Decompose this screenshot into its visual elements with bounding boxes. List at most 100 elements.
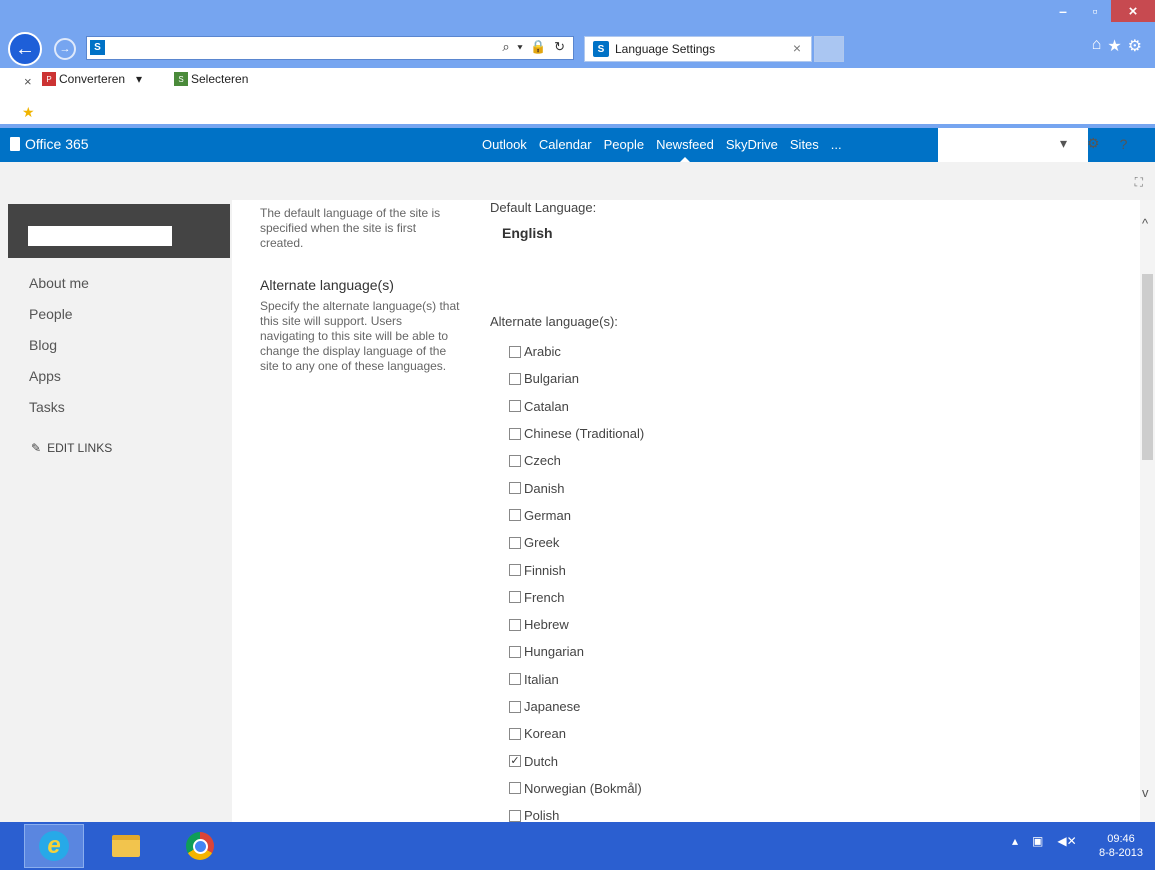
checkbox[interactable] <box>509 700 521 713</box>
language-option-label: Polish <box>524 808 560 824</box>
language-option[interactable]: ✓ Dutch <box>509 747 644 774</box>
language-option-label: Catalan <box>524 398 569 414</box>
edit-links-button[interactable]: ✎ EDIT LINKS <box>31 441 112 455</box>
new-tab-button[interactable] <box>814 36 844 62</box>
checkbox[interactable] <box>509 454 521 467</box>
office365-brand[interactable]: Office 365 <box>10 136 89 152</box>
language-option[interactable]: Norwegian (Bokmål) <box>509 775 644 802</box>
select-button[interactable]: S Selecteren <box>174 72 248 86</box>
focus-on-content-icon[interactable]: ⛶ <box>1135 175 1143 190</box>
language-option[interactable]: German <box>509 502 644 529</box>
convert-button[interactable]: P Converteren ▾ <box>42 72 142 86</box>
language-option[interactable]: Chinese (Traditional) <box>509 420 644 447</box>
home-icon[interactable]: ⌂ <box>1092 36 1102 56</box>
checkbox[interactable] <box>509 564 521 577</box>
address-bar[interactable]: S ⌕ ▾ 🔒 ↻ <box>86 36 574 60</box>
checkbox[interactable] <box>509 618 521 631</box>
language-option[interactable]: Japanese <box>509 693 644 720</box>
settings-gear-icon[interactable]: ⚙ <box>1087 135 1100 152</box>
minimize-button[interactable]: – <box>1047 0 1079 22</box>
toolbar-close-icon[interactable]: × <box>24 74 32 89</box>
close-window-button[interactable]: × <box>1111 0 1155 22</box>
checkbox[interactable] <box>509 509 521 522</box>
back-button[interactable]: ← <box>8 32 42 66</box>
suite-nav-outlook[interactable]: Outlook <box>482 137 527 152</box>
default-language-description: The default language of the site is spec… <box>260 206 441 250</box>
sidebar-item-apps[interactable]: Apps <box>29 367 89 398</box>
sidebar-item-people[interactable]: People <box>29 305 89 336</box>
sidebar-item-about-me[interactable]: About me <box>29 274 89 305</box>
language-option[interactable]: Finnish <box>509 556 644 583</box>
language-option-label: Czech <box>524 453 561 469</box>
site-logo[interactable] <box>8 204 230 258</box>
maximize-button[interactable]: ▫ <box>1079 0 1111 22</box>
language-option[interactable]: French <box>509 584 644 611</box>
sidebar-item-blog[interactable]: Blog <box>29 336 89 367</box>
suite-nav-people[interactable]: People <box>604 137 644 152</box>
address-bar-icons[interactable]: ⌕ ▾ 🔒 ↻ <box>502 39 567 55</box>
language-option-label: Finnish <box>524 562 566 578</box>
favorites-star-icon[interactable]: ★ <box>1107 36 1121 56</box>
volume-muted-icon[interactable]: ◀✕ <box>1057 834 1076 848</box>
taskbar-clock[interactable]: 09:46 8-8-2013 <box>1099 832 1143 860</box>
suite-nav-sites[interactable]: Sites <box>790 137 819 152</box>
sidebar-item-tasks[interactable]: Tasks <box>29 398 89 429</box>
language-option[interactable]: Catalan <box>509 393 644 420</box>
language-option[interactable]: Danish <box>509 474 644 501</box>
scroll-down-icon[interactable]: v <box>1142 785 1149 800</box>
checkbox[interactable] <box>509 536 521 549</box>
scroll-up-icon[interactable]: ^ <box>1142 216 1148 231</box>
language-option[interactable]: Greek <box>509 529 644 556</box>
language-option[interactable]: Italian <box>509 666 644 693</box>
language-option[interactable]: Czech <box>509 447 644 474</box>
browser-tab[interactable]: S Language Settings × <box>584 36 812 62</box>
tab-close-icon[interactable]: × <box>793 40 801 56</box>
language-option[interactable]: Arabic <box>509 338 644 365</box>
checkbox[interactable] <box>509 727 521 740</box>
checkbox[interactable] <box>509 809 521 822</box>
scroll-thumb[interactable] <box>1142 274 1153 460</box>
language-option[interactable]: Korean <box>509 720 644 747</box>
alternate-languages-label: Alternate language(s): <box>490 314 618 329</box>
help-icon[interactable]: ? <box>1120 136 1128 152</box>
alternate-languages-heading: Alternate language(s) <box>260 277 394 293</box>
checkbox[interactable] <box>509 782 521 795</box>
window-controls: – ▫ × <box>1047 0 1155 26</box>
language-option-label: Bulgarian <box>524 371 579 387</box>
checkbox[interactable] <box>509 345 521 358</box>
select-label: Selecteren <box>191 72 249 86</box>
folder-icon <box>112 835 140 857</box>
network-icon[interactable]: ▣ <box>1032 834 1043 848</box>
suite-nav-skydrive[interactable]: SkyDrive <box>726 137 778 152</box>
taskbar-chrome[interactable] <box>170 824 230 868</box>
office-logo-icon <box>10 137 20 151</box>
user-menu-caret-icon[interactable]: ▾ <box>1060 135 1067 152</box>
vertical-scrollbar[interactable]: ^ v <box>1140 200 1155 822</box>
checked-checkbox[interactable]: ✓ <box>509 755 521 768</box>
tools-gear-icon[interactable]: ⚙ <box>1128 36 1142 56</box>
suite-nav-more[interactable]: ... <box>831 137 842 152</box>
language-option[interactable]: Bulgarian <box>509 365 644 392</box>
convert-label: Converteren <box>59 72 126 86</box>
forward-button[interactable]: → <box>54 38 76 60</box>
checkbox[interactable] <box>509 591 521 604</box>
taskbar-file-explorer[interactable] <box>96 824 156 868</box>
checkbox[interactable] <box>509 372 521 385</box>
checkbox[interactable] <box>509 400 521 413</box>
checkbox[interactable] <box>509 427 521 440</box>
suite-right-controls: ▾ ⚙ ? <box>1060 135 1127 152</box>
checkbox[interactable] <box>509 482 521 495</box>
suite-nav-calendar[interactable]: Calendar <box>539 137 592 152</box>
language-option[interactable]: Hebrew <box>509 611 644 638</box>
checkbox[interactable] <box>509 673 521 686</box>
dropdown-arrow-icon[interactable]: ▾ <box>136 72 142 86</box>
favorites-bar-star-icon[interactable]: ★ <box>22 104 35 121</box>
ribbon-area: ⛶ <box>0 162 1155 200</box>
language-option[interactable]: Hungarian <box>509 638 644 665</box>
default-language-label: Default Language: <box>490 200 597 215</box>
language-option-label: French <box>524 589 565 605</box>
tray-expand-icon[interactable]: ▴ <box>1012 834 1018 848</box>
checkbox[interactable] <box>509 645 521 658</box>
suite-nav-newsfeed[interactable]: Newsfeed <box>656 137 714 162</box>
taskbar-internet-explorer[interactable]: e <box>24 824 84 868</box>
